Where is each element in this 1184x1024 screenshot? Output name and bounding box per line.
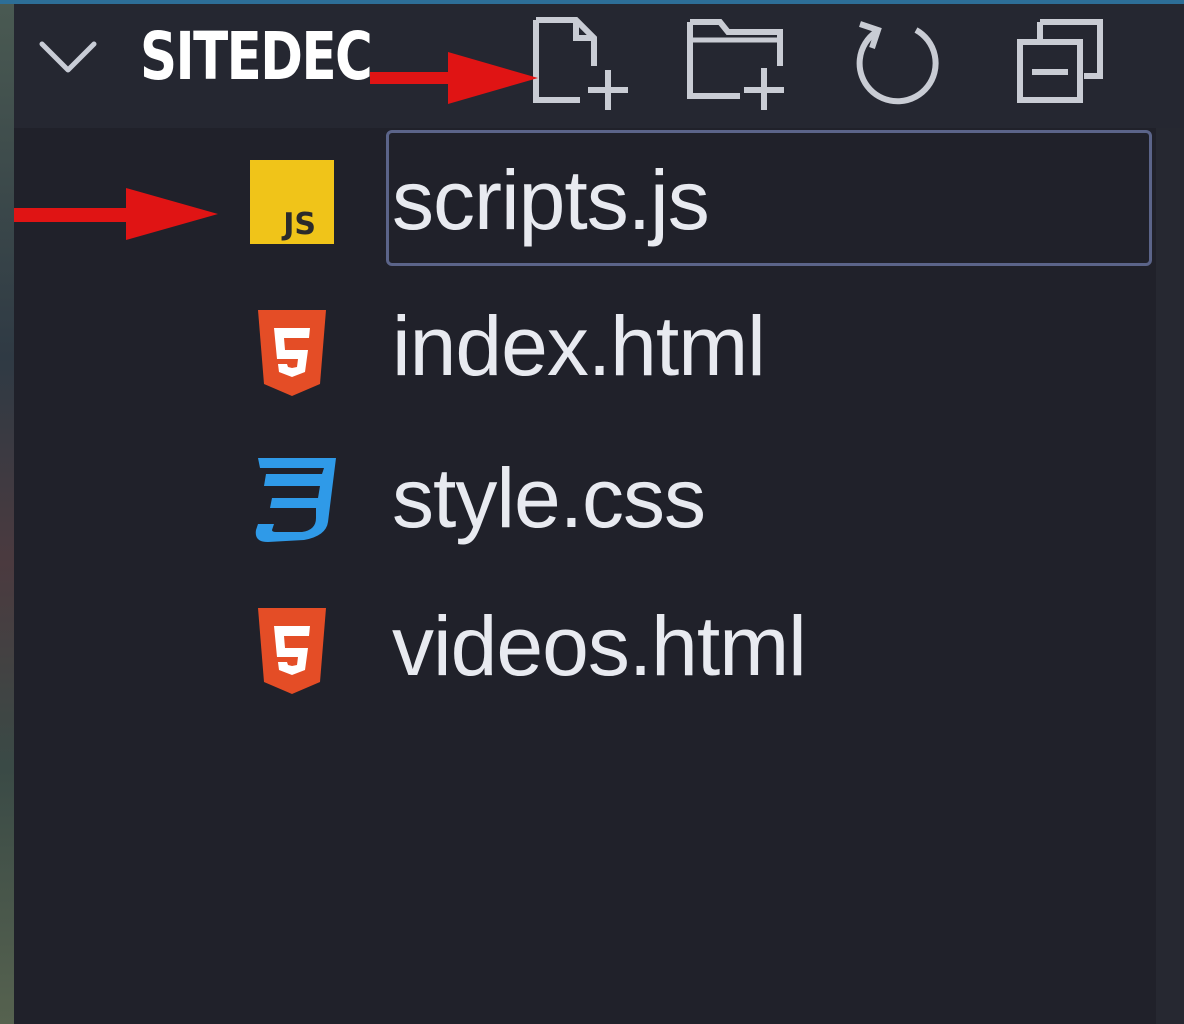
file-name: videos.html [392,599,807,693]
annotation-arrow-new-file [370,52,538,104]
new-folder-icon [687,19,784,110]
file-name: index.html [392,299,766,393]
file-name: style.css [392,451,706,545]
file-item-index-html[interactable]: index.html [14,276,1156,416]
file-item-scripts-js[interactable]: JS scripts.js [14,124,1156,266]
svg-text:JS: JS [281,207,316,242]
chevron-down-icon[interactable] [36,34,100,82]
explorer-scrollbar-track[interactable] [1156,128,1184,1024]
html5-file-icon [244,306,340,402]
collapse-all-button[interactable] [1006,10,1110,110]
collapse-all-icon [1017,19,1103,103]
html5-file-icon [244,604,340,700]
new-folder-button[interactable] [684,10,788,110]
file-name: scripts.js [392,153,710,247]
file-item-videos-html[interactable]: videos.html [14,574,1156,714]
javascript-file-icon: JS [244,154,340,250]
background-strip-left [0,0,14,1024]
css3-file-icon [244,452,340,548]
refresh-button[interactable] [846,10,950,110]
refresh-icon [856,21,939,105]
file-item-style-css[interactable]: style.css [14,426,1156,566]
folder-title: SITEDEC [140,18,373,95]
